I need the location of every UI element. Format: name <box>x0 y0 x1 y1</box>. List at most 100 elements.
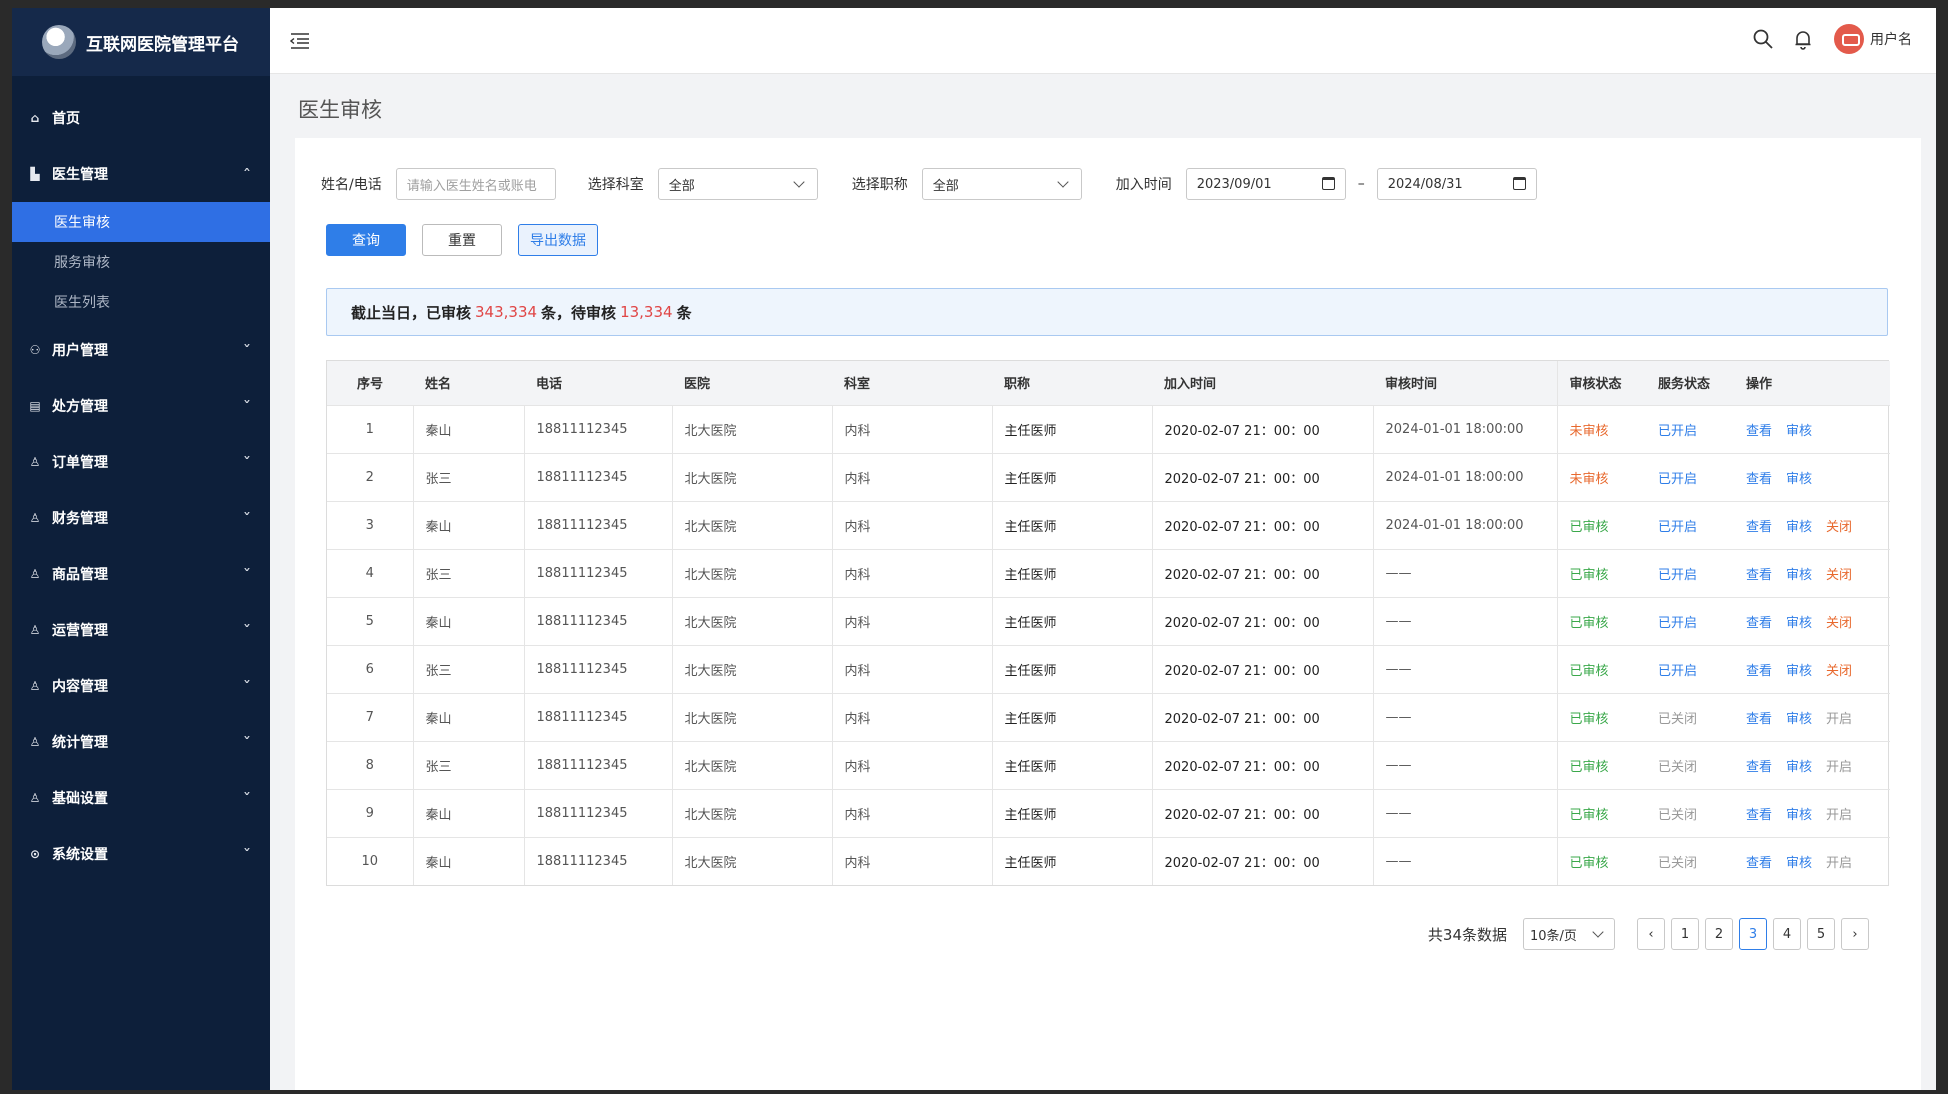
sidebar-subitem-2[interactable]: 医生列表 <box>12 282 270 322</box>
page-numbers: 12345 <box>1665 918 1835 950</box>
table-row: 7 秦山 18811112345 北大医院 内科 主任医师 2020-02-07 21：00… <box>327 692 1890 741</box>
sidebar-item-8[interactable]: ♙ 内容管理 ˅ <box>12 658 270 714</box>
action-view-link[interactable]: 查看 <box>1746 856 1772 871</box>
page-button[interactable]: 4 <box>1773 918 1801 950</box>
action-review-link[interactable]: 审核 <box>1786 664 1812 679</box>
row-actions: 查看 审核 开启 <box>1734 740 1890 789</box>
chevron-down-icon: ˅ <box>242 343 252 357</box>
menu-collapse-icon[interactable] <box>290 32 310 50</box>
action-review-link[interactable]: 审核 <box>1786 520 1812 535</box>
username[interactable]: 用户名 <box>1870 29 1912 49</box>
sidebar-item-3[interactable]: ▤ 处方管理 ˅ <box>12 378 270 434</box>
page-button[interactable]: 5 <box>1807 918 1835 950</box>
chevron-down-icon <box>793 176 805 188</box>
query-button[interactable]: 查询 <box>326 224 406 256</box>
action-toggle-link[interactable]: 关闭 <box>1826 568 1852 583</box>
action-review-link[interactable]: 审核 <box>1786 712 1812 727</box>
action-view-link[interactable]: 查看 <box>1746 664 1772 679</box>
column-header: 医院 <box>672 361 832 405</box>
cell-joined: 2020-02-07 21：00：00 <box>1151 500 1373 549</box>
sidebar-item-0[interactable]: ⌂ 首页 <box>12 90 270 146</box>
cell-hospital: 北大医院 <box>671 500 832 549</box>
sidebar-subitem-0[interactable]: 医生审核 <box>12 202 270 242</box>
sidebar-subitem-1[interactable]: 服务审核 <box>12 242 270 282</box>
action-review-link[interactable]: 审核 <box>1786 856 1812 871</box>
cell-hospital: 北大医院 <box>671 740 832 789</box>
name-phone-input[interactable]: 请输入医生姓名或账电 <box>395 168 556 200</box>
avatar[interactable] <box>1834 24 1864 54</box>
sidebar-item-1[interactable]: ▙ 医生管理 ˄ <box>12 146 270 202</box>
action-toggle-link[interactable]: 开启 <box>1826 808 1852 823</box>
cell-reviewed: —— <box>1372 788 1557 837</box>
action-review-link[interactable]: 审核 <box>1786 568 1812 583</box>
action-view-link[interactable]: 查看 <box>1746 520 1772 535</box>
sidebar-item-11[interactable]: ⊙ 系统设置 ˅ <box>12 826 270 882</box>
action-view-link[interactable]: 查看 <box>1746 808 1772 823</box>
row-actions: 查看 审核 开启 <box>1734 692 1890 741</box>
action-toggle-link[interactable]: 关闭 <box>1826 664 1852 679</box>
cell-phone: 18811112345 <box>523 404 672 453</box>
page-button[interactable]: 1 <box>1671 918 1699 950</box>
next-page-button[interactable]: › <box>1841 918 1869 950</box>
audit-status: 已审核 <box>1556 596 1646 645</box>
sidebar-item-4[interactable]: ♙ 订单管理 ˅ <box>12 434 270 490</box>
action-toggle-link[interactable]: 开启 <box>1826 760 1852 775</box>
action-buttons: 查询 重置 导出数据 <box>326 224 614 256</box>
title-select[interactable]: 全部 <box>921 168 1082 200</box>
action-view-link[interactable]: 查看 <box>1746 568 1772 583</box>
sidebar-item-5[interactable]: ♙ 财务管理 ˅ <box>12 490 270 546</box>
date-to-input[interactable]: 2024/08/31 <box>1376 168 1537 200</box>
cell-joined: 2020-02-07 21：00：00 <box>1151 404 1373 453</box>
cell-reviewed: 2024-01-01 18:00:00 <box>1372 500 1557 549</box>
page-button[interactable]: 3 <box>1739 918 1767 950</box>
calendar-icon[interactable] <box>1512 177 1526 190</box>
action-view-link[interactable]: 查看 <box>1746 760 1772 775</box>
sidebar-item-7[interactable]: ♙ 运营管理 ˅ <box>12 602 270 658</box>
brand: 互联网医院管理平台 <box>12 8 270 76</box>
export-button[interactable]: 导出数据 <box>518 224 598 256</box>
calendar-icon[interactable] <box>1321 177 1335 190</box>
dept-select[interactable]: 全部 <box>657 168 818 200</box>
cell-no: 7 <box>327 692 413 741</box>
date-from-input[interactable]: 2023/09/01 <box>1185 168 1346 200</box>
sidebar-item-label: 商品管理 <box>52 567 108 583</box>
action-view-link[interactable]: 查看 <box>1746 424 1772 439</box>
page-size-select[interactable]: 10条/页 <box>1523 918 1615 950</box>
action-toggle-link[interactable]: 开启 <box>1826 856 1852 871</box>
sidebar-item-6[interactable]: ♙ 商品管理 ˅ <box>12 546 270 602</box>
service-status: 已关闭 <box>1646 788 1734 837</box>
action-review-link[interactable]: 审核 <box>1786 472 1812 487</box>
action-view-link[interactable]: 查看 <box>1746 712 1772 727</box>
action-toggle-link[interactable]: 开启 <box>1826 712 1852 727</box>
bell-icon[interactable] <box>1792 28 1814 50</box>
cell-no: 6 <box>327 644 413 693</box>
action-review-link[interactable]: 审核 <box>1786 808 1812 823</box>
action-review-link[interactable]: 审核 <box>1786 424 1812 439</box>
cell-no: 1 <box>327 404 413 453</box>
action-view-link[interactable]: 查看 <box>1746 616 1772 631</box>
sidebar-item-9[interactable]: ♙ 统计管理 ˅ <box>12 714 270 770</box>
table-row: 3 秦山 18811112345 北大医院 内科 主任医师 2020-02-07 21：00… <box>327 500 1890 549</box>
action-review-link[interactable]: 审核 <box>1786 616 1812 631</box>
user-icon: ♙ <box>29 623 41 637</box>
action-view-link[interactable]: 查看 <box>1746 472 1772 487</box>
table-row: 6 张三 18811112345 北大医院 内科 主任医师 2020-02-07 21：00… <box>327 644 1890 693</box>
cell-joined: 2020-02-07 21：00：00 <box>1151 644 1373 693</box>
sidebar-item-10[interactable]: ♙ 基础设置 ˅ <box>12 770 270 826</box>
service-status: 已开启 <box>1646 548 1734 597</box>
table-row: 4 张三 18811112345 北大医院 内科 主任医师 2020-02-07 21：00… <box>327 548 1890 597</box>
reset-button[interactable]: 重置 <box>422 224 502 256</box>
action-toggle-link[interactable]: 关闭 <box>1826 616 1852 631</box>
search-icon[interactable] <box>1752 28 1774 50</box>
chevron-right-icon: › <box>1852 926 1858 942</box>
page-title: 医生审核 <box>298 98 382 122</box>
action-toggle-link[interactable]: 关闭 <box>1826 520 1852 535</box>
page-button[interactable]: 2 <box>1705 918 1733 950</box>
cell-reviewed: —— <box>1372 548 1557 597</box>
action-review-link[interactable]: 审核 <box>1786 760 1812 775</box>
cell-phone: 18811112345 <box>523 452 672 501</box>
cell-reviewed: 2024-01-01 18:00:00 <box>1372 452 1557 501</box>
column-header: 加入时间 <box>1152 361 1373 405</box>
sidebar-item-2[interactable]: ⚇ 用户管理 ˅ <box>12 322 270 378</box>
prev-page-button[interactable]: ‹ <box>1637 918 1665 950</box>
